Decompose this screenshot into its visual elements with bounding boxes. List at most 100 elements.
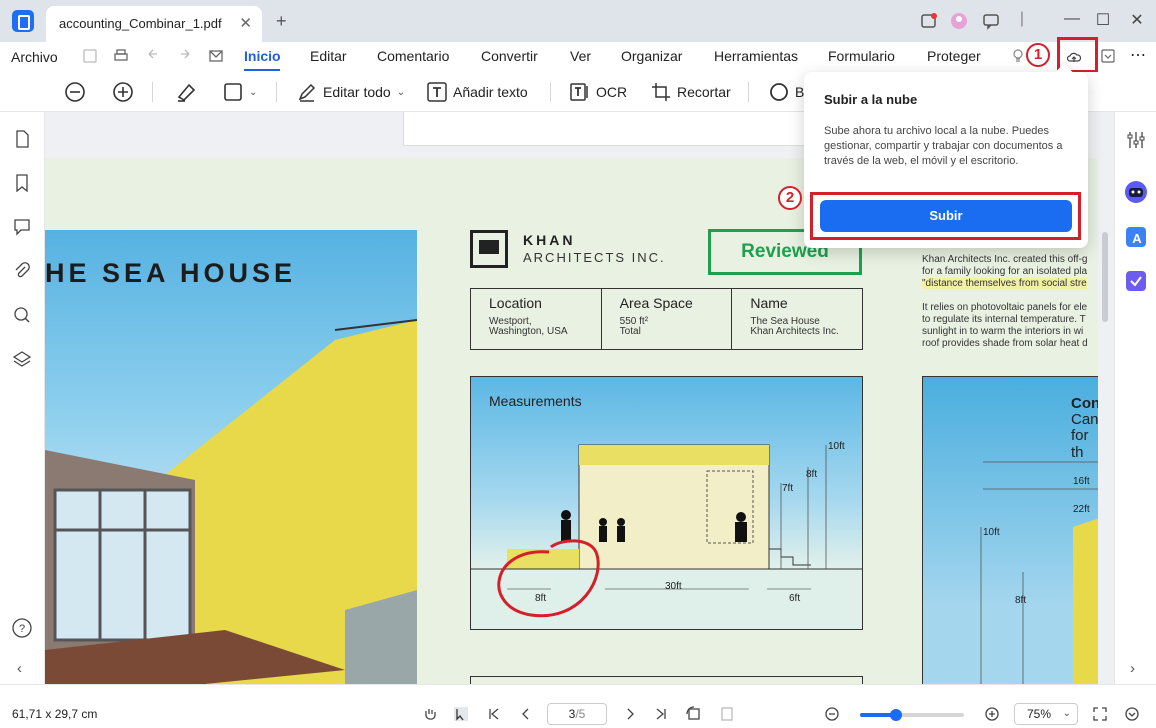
measure-label: 8ft — [806, 469, 818, 480]
status-bar: 61,71 x 29,7 cm 3/5 75% ⌄ — [0, 684, 1156, 728]
info-value: Total — [619, 326, 641, 337]
step-marker-2: 2 — [778, 186, 802, 210]
help-icon[interactable]: ? — [12, 618, 32, 638]
zoom-out-icon[interactable] — [64, 80, 86, 104]
crop-button[interactable]: Recortar — [651, 80, 731, 104]
collapse-icon[interactable] — [1124, 706, 1140, 722]
body-text: Khan Architects Inc. created this off-g — [922, 254, 1088, 265]
lightbulb-icon[interactable] — [1010, 48, 1026, 64]
collapse-right-icon[interactable]: › — [1130, 660, 1135, 677]
add-text-button[interactable]: Añadir texto — [427, 80, 528, 104]
hand-tool-icon[interactable] — [422, 706, 438, 722]
title-bar: accounting_Combinar_1.pdf ✕ + | — ☐ ✕ — [0, 0, 1156, 42]
collapse-ribbon-icon[interactable] — [1100, 48, 1116, 64]
right-photo-title: Can — [1071, 411, 1098, 428]
rotate-icon[interactable] — [686, 706, 702, 722]
scrollbar-thumb[interactable] — [1102, 232, 1108, 322]
search-tool-button[interactable]: B — [769, 80, 804, 104]
menu-comentario[interactable]: Comentario — [377, 48, 449, 64]
menu-ver[interactable]: Ver — [570, 48, 591, 64]
notification-icon[interactable] — [920, 12, 938, 30]
document-tab[interactable]: accounting_Combinar_1.pdf ✕ — [46, 6, 262, 42]
page-dimensions: 61,71 x 29,7 cm — [12, 707, 98, 721]
collapse-left-icon[interactable]: ‹ — [17, 660, 22, 677]
app-logo-icon — [12, 10, 34, 32]
select-tool-icon[interactable] — [453, 706, 469, 722]
redo-icon[interactable] — [177, 48, 193, 64]
chevron-down-icon: ⌄ — [396, 86, 406, 98]
info-cell-area: Area Space 550 ft² Total — [602, 289, 733, 349]
first-page-icon[interactable] — [486, 706, 502, 722]
task-icon[interactable] — [1125, 270, 1147, 292]
page-icon[interactable] — [13, 130, 31, 148]
layers-icon[interactable] — [13, 350, 31, 368]
highlighted-text: "distance themselves from social stre — [922, 278, 1087, 289]
upload-button[interactable]: Subir — [820, 200, 1072, 232]
bookmark-icon[interactable] — [13, 174, 31, 192]
add-text-label: Añadir texto — [453, 84, 528, 100]
more-icon[interactable]: ⋯ — [1130, 45, 1146, 65]
ai-assistant-icon[interactable] — [1124, 180, 1148, 204]
fit-page-icon[interactable] — [1092, 706, 1108, 722]
total-pages: /5 — [575, 707, 586, 721]
menu-formulario[interactable]: Formulario — [828, 48, 895, 64]
print-icon[interactable] — [113, 48, 129, 64]
zoom-select[interactable]: 75% ⌄ — [1014, 703, 1078, 725]
right-photo-label: 8ft — [1015, 595, 1027, 606]
info-value: Khan Architects Inc. — [750, 326, 839, 337]
left-sidebar: ? ‹ — [0, 112, 45, 684]
next-page-icon[interactable] — [622, 706, 638, 722]
edit-all-button[interactable]: Editar todo ⌄ — [297, 80, 405, 104]
menu-proteger[interactable]: Proteger — [927, 48, 981, 64]
body-text: It relies on photovoltaic panels for ele — [922, 302, 1088, 313]
zoom-in-icon[interactable] — [984, 706, 1000, 722]
close-window-icon[interactable]: ✕ — [1127, 10, 1147, 30]
menu-convertir[interactable]: Convertir — [481, 48, 538, 64]
khan-logo-icon — [470, 230, 508, 268]
new-tab-button[interactable]: + — [276, 11, 287, 32]
menu-archivo[interactable]: Archivo — [11, 49, 58, 65]
maximize-icon[interactable]: ☐ — [1093, 10, 1113, 30]
zoom-slider-thumb[interactable] — [890, 709, 903, 721]
ocr-button[interactable]: OCR — [570, 80, 627, 104]
last-page-icon[interactable] — [653, 706, 669, 722]
search-icon[interactable] — [13, 306, 31, 324]
shape-tool[interactable]: ⌄ — [223, 80, 257, 104]
search-icon — [770, 83, 788, 101]
company-name: KHAN — [523, 232, 576, 248]
minimize-icon[interactable]: — — [1062, 10, 1082, 28]
page-number-input[interactable]: 3/5 — [547, 703, 607, 725]
comment-icon[interactable] — [13, 218, 31, 236]
save-icon[interactable] — [82, 48, 98, 64]
sea-house-title: HE SEA HOUSE — [45, 258, 297, 288]
info-heading: Name — [750, 295, 788, 311]
page-view-icon[interactable] — [719, 706, 735, 722]
highlighter-icon[interactable] — [175, 80, 197, 104]
right-sidebar: A › — [1114, 112, 1156, 684]
properties-icon[interactable] — [1126, 130, 1146, 150]
previous-page-icon[interactable] — [518, 706, 534, 722]
attachment-icon[interactable] — [13, 262, 31, 280]
menu-editar[interactable]: Editar — [310, 48, 347, 64]
zoom-slider[interactable] — [860, 709, 964, 721]
menu-inicio[interactable]: Inicio — [244, 48, 281, 64]
email-icon[interactable] — [208, 48, 224, 64]
zoom-out-icon[interactable] — [824, 706, 840, 722]
undo-icon[interactable] — [145, 48, 161, 64]
ocr-icon — [570, 83, 588, 101]
measure-label: 7ft — [782, 483, 794, 494]
translate-icon[interactable]: A — [1125, 226, 1147, 248]
menu-organizar[interactable]: Organizar — [621, 48, 682, 64]
scrollbar[interactable] — [1101, 112, 1109, 684]
body-text: to regulate its internal temperature. T — [922, 314, 1086, 325]
crop-label: Recortar — [677, 84, 731, 100]
close-tab-icon[interactable]: ✕ — [239, 14, 252, 32]
measure-label: 8ft — [535, 593, 547, 604]
avatar[interactable] — [950, 12, 968, 30]
search-tool-label: B — [795, 84, 805, 100]
edit-all-label: Editar todo — [323, 84, 391, 100]
zoom-in-icon[interactable] — [112, 80, 134, 104]
svg-text:A: A — [1132, 231, 1142, 246]
menu-herramientas[interactable]: Herramientas — [714, 48, 798, 64]
feedback-icon[interactable] — [982, 12, 1000, 30]
